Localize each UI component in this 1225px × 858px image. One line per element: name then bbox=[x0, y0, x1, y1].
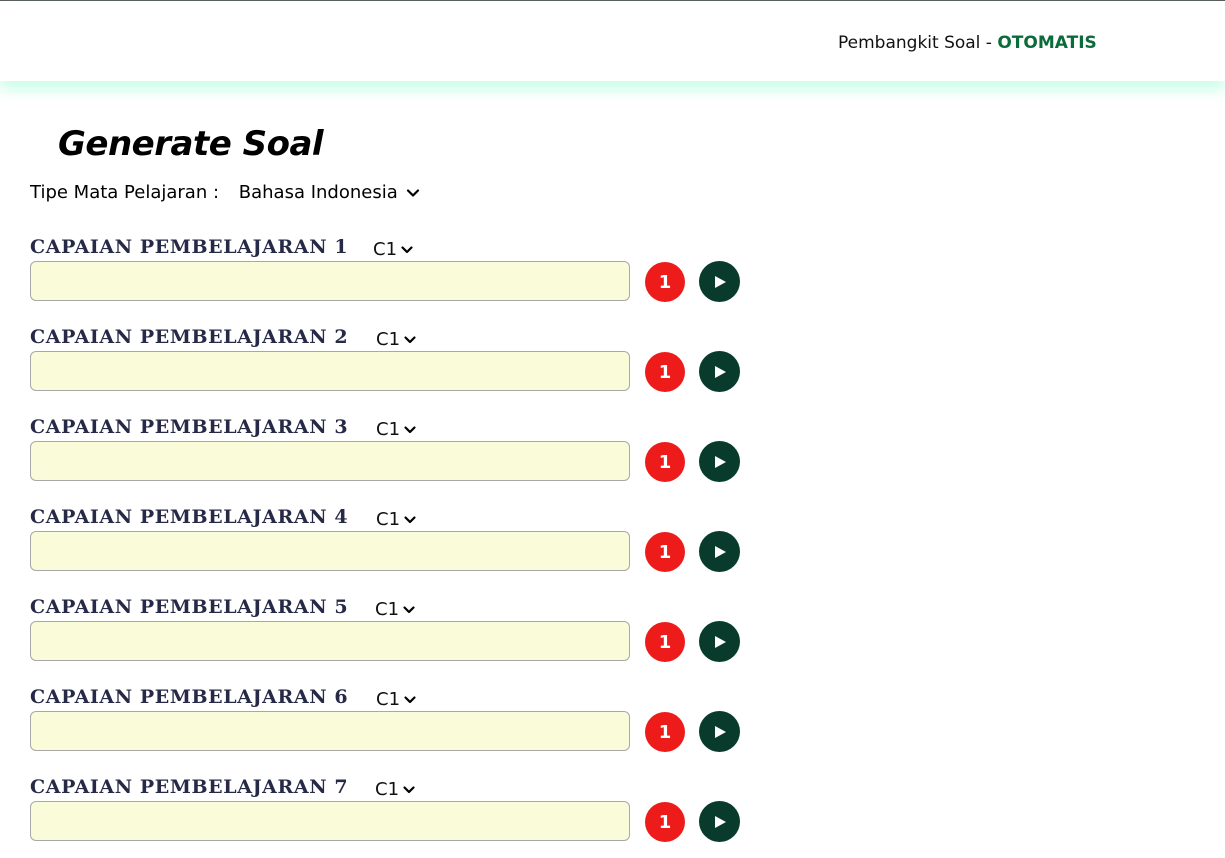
capaian-level-value: C1 bbox=[375, 779, 400, 800]
chevron-down-icon bbox=[404, 335, 416, 343]
play-icon bbox=[714, 545, 726, 558]
chevron-down-icon bbox=[401, 245, 413, 253]
capaian-input[interactable] bbox=[30, 621, 630, 661]
capaian-label: CAPAIAN PEMBELAJARAN 2 bbox=[30, 326, 349, 348]
capaian-level-select[interactable]: C1 bbox=[375, 779, 416, 800]
capaian-level-select[interactable]: C1 bbox=[376, 689, 417, 710]
capaian-block: CAPAIAN PEMBELAJARAN 4 C1 1 bbox=[30, 506, 750, 586]
capaian-block: CAPAIAN PEMBELAJARAN 3 C1 1 bbox=[30, 416, 750, 496]
generate-button[interactable] bbox=[699, 531, 740, 572]
navbar: Pembangkit Soal - OTOMATIS bbox=[0, 1, 1225, 81]
chevron-down-icon bbox=[403, 785, 415, 793]
generate-button[interactable] bbox=[699, 261, 740, 302]
generate-button[interactable] bbox=[699, 801, 740, 842]
question-count-badge[interactable]: 1 bbox=[645, 622, 685, 662]
capaian-label: CAPAIAN PEMBELAJARAN 3 bbox=[30, 416, 349, 438]
page-title: Generate Soal bbox=[58, 124, 324, 164]
chevron-down-icon bbox=[404, 695, 416, 703]
play-icon bbox=[714, 455, 726, 468]
chevron-down-icon bbox=[406, 188, 419, 197]
generate-button[interactable] bbox=[699, 711, 740, 752]
brand-accent: OTOMATIS bbox=[997, 33, 1097, 53]
capaian-level-value: C1 bbox=[373, 239, 398, 260]
brand-title: Pembangkit Soal - OTOMATIS bbox=[838, 33, 1097, 53]
play-icon bbox=[714, 365, 726, 378]
capaian-label: CAPAIAN PEMBELAJARAN 4 bbox=[30, 506, 349, 528]
brand-prefix: Pembangkit Soal - bbox=[838, 33, 998, 53]
capaian-level-select[interactable]: C1 bbox=[376, 509, 417, 530]
capaian-level-value: C1 bbox=[376, 689, 401, 710]
chevron-down-icon bbox=[403, 605, 415, 613]
subject-label: Tipe Mata Pelajaran : bbox=[30, 182, 220, 203]
chevron-down-icon bbox=[404, 425, 416, 433]
capaian-block: CAPAIAN PEMBELAJARAN 1 C1 1 bbox=[30, 236, 750, 316]
capaian-level-value: C1 bbox=[375, 599, 400, 620]
capaian-label: CAPAIAN PEMBELAJARAN 5 bbox=[30, 596, 349, 618]
question-count-badge[interactable]: 1 bbox=[645, 712, 685, 752]
play-icon bbox=[714, 635, 726, 648]
subject-select[interactable]: Bahasa Indonesia bbox=[239, 182, 420, 203]
capaian-level-select[interactable]: C1 bbox=[373, 239, 414, 260]
capaian-level-value: C1 bbox=[376, 329, 401, 350]
capaian-label: CAPAIAN PEMBELAJARAN 1 bbox=[30, 236, 349, 258]
question-count-badge[interactable]: 1 bbox=[645, 352, 685, 392]
capaian-block: CAPAIAN PEMBELAJARAN 6 C1 1 bbox=[30, 686, 750, 766]
subject-row: Tipe Mata Pelajaran : Bahasa Indonesia bbox=[30, 182, 420, 203]
subject-selected-value: Bahasa Indonesia bbox=[238, 182, 398, 203]
capaian-block: CAPAIAN PEMBELAJARAN 2 C1 1 bbox=[30, 326, 750, 406]
capaian-input[interactable] bbox=[30, 261, 630, 301]
capaian-block: CAPAIAN PEMBELAJARAN 5 C1 1 bbox=[30, 596, 750, 676]
capaian-input[interactable] bbox=[30, 711, 630, 751]
play-icon bbox=[714, 725, 726, 738]
capaian-input[interactable] bbox=[30, 801, 630, 841]
question-count-badge[interactable]: 1 bbox=[645, 532, 685, 572]
capaian-level-select[interactable]: C1 bbox=[375, 599, 416, 620]
chevron-down-icon bbox=[404, 515, 416, 523]
capaian-level-select[interactable]: C1 bbox=[376, 329, 417, 350]
capaian-level-value: C1 bbox=[376, 509, 401, 530]
question-count-badge[interactable]: 1 bbox=[645, 262, 685, 302]
play-icon bbox=[714, 275, 726, 288]
capaian-level-value: C1 bbox=[376, 419, 401, 440]
capaian-input[interactable] bbox=[30, 441, 630, 481]
capaian-label: CAPAIAN PEMBELAJARAN 7 bbox=[30, 776, 349, 798]
capaian-block: CAPAIAN PEMBELAJARAN 7 C1 1 bbox=[30, 776, 750, 856]
capaian-label: CAPAIAN PEMBELAJARAN 6 bbox=[30, 686, 349, 708]
question-count-badge[interactable]: 1 bbox=[645, 442, 685, 482]
question-count-badge[interactable]: 1 bbox=[645, 802, 685, 842]
generate-button[interactable] bbox=[699, 351, 740, 392]
capaian-input[interactable] bbox=[30, 351, 630, 391]
generate-button[interactable] bbox=[699, 441, 740, 482]
capaian-input[interactable] bbox=[30, 531, 630, 571]
generate-button[interactable] bbox=[699, 621, 740, 662]
capaian-level-select[interactable]: C1 bbox=[376, 419, 417, 440]
play-icon bbox=[714, 815, 726, 828]
